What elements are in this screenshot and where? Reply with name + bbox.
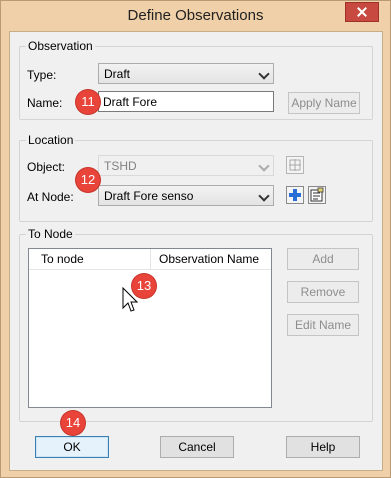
type-select-value: Draft [104,67,131,81]
location-group-label: Location [26,133,76,147]
type-label: Type: [27,68,57,82]
callout-badge: 12 [76,168,100,192]
at-node-select-value: Draft Fore senso [104,189,194,203]
ok-button[interactable]: OK [35,436,109,458]
chevron-down-icon [258,160,270,172]
dialog-title: Define Observations [127,7,264,24]
cancel-button[interactable]: Cancel [160,436,234,458]
mouse-pointer-icon [122,287,138,312]
title-bar: Define Observations [1,1,390,31]
to-node-list[interactable]: To node Observation Name [28,248,272,408]
at-node-select[interactable]: Draft Fore senso [98,185,274,206]
add-button[interactable]: Add [287,248,359,270]
location-group: Location [19,133,373,222]
properties-icon [310,187,324,202]
type-select[interactable]: Draft [98,63,274,84]
dialog-body: Observation Type: Draft Name: Draft Fore… [9,31,383,471]
callout-badge: 11 [76,90,100,114]
add-node-button[interactable] [286,186,304,204]
name-label: Name: [27,96,63,110]
remove-button[interactable]: Remove [287,281,359,303]
callout-badge: 14 [61,411,85,435]
close-button[interactable] [345,2,379,22]
at-node-label: At Node: [27,190,74,204]
column-header-observation-name[interactable]: Observation Name [159,252,259,266]
object-select[interactable]: TSHD [98,155,274,176]
observation-group-label: Observation [26,39,95,53]
name-input[interactable]: Draft Fore [98,91,274,112]
apply-name-button[interactable]: Apply Name [288,92,360,114]
column-header-to-node[interactable]: To node [41,252,84,266]
grid-icon [289,159,301,171]
help-button[interactable]: Help [286,436,360,458]
edit-name-button[interactable]: Edit Name [287,314,359,336]
list-header: To node Observation Name [29,249,271,270]
column-separator [150,249,151,269]
chevron-down-icon [258,190,270,202]
object-select-value: TSHD [104,159,137,173]
dialog-window: Define Observations Observation Type: Dr… [0,0,391,478]
plus-icon [289,189,301,201]
to-node-group-label: To Node [26,227,75,241]
object-label: Object: [27,160,66,174]
object-picker-button[interactable] [286,156,304,174]
chevron-down-icon [258,68,270,80]
node-properties-button[interactable] [308,186,326,204]
